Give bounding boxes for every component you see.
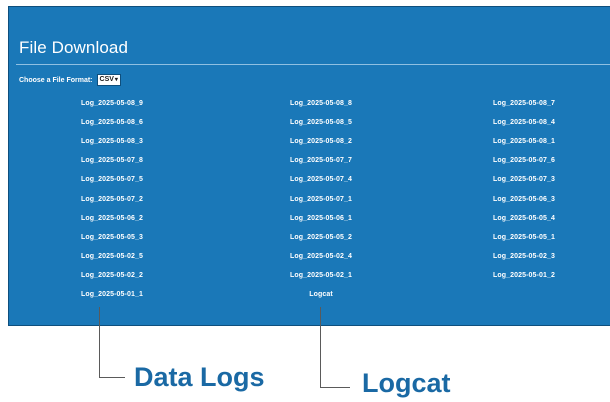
log-file-link[interactable]: Log_2025-05-07_4 (241, 175, 401, 184)
log-file-link[interactable]: Log_2025-05-02_4 (241, 252, 401, 261)
log-file-link[interactable]: Log_2025-05-08_4 (444, 118, 604, 127)
data-logs-leader-horizontal (99, 377, 125, 378)
logcat-callout: Logcat (362, 368, 451, 398)
log-file-list: Log_2025-05-08_9 Log_2025-05-08_8 Log_2025… (9, 7, 610, 327)
log-file-link[interactable]: Log_2025-05-02_1 (241, 271, 401, 280)
log-file-link[interactable]: Log_2025-05-02_2 (32, 271, 192, 280)
log-file-link[interactable]: Log_2025-05-05_1 (444, 233, 604, 242)
log-file-link[interactable]: Log_2025-05-06_1 (241, 214, 401, 223)
log-file-link[interactable]: Log_2025-05-01_2 (444, 271, 604, 280)
log-file-link[interactable]: Log_2025-05-05_2 (241, 233, 401, 242)
log-file-link[interactable]: Log_2025-05-01_1 (32, 290, 192, 299)
data-logs-callout: Data Logs (134, 362, 265, 392)
log-file-link[interactable]: Log_2025-05-08_1 (444, 137, 604, 146)
logcat-leader-horizontal (320, 387, 350, 388)
log-file-link[interactable]: Log_2025-05-02_5 (32, 252, 192, 261)
log-file-link[interactable]: Log_2025-05-06_3 (444, 195, 604, 204)
log-file-link[interactable]: Log_2025-05-08_9 (32, 99, 192, 108)
data-logs-leader-vertical (99, 307, 100, 377)
log-file-link[interactable]: Log_2025-05-05_4 (444, 214, 604, 223)
log-file-link[interactable]: Log_2025-05-08_7 (444, 99, 604, 108)
log-file-link[interactable]: Log_2025-05-08_6 (32, 118, 192, 127)
log-file-link[interactable]: Log_2025-05-02_3 (444, 252, 604, 261)
log-file-link[interactable]: Log_2025-05-07_7 (241, 156, 401, 165)
logcat-link[interactable]: Logcat (241, 290, 401, 299)
log-file-link[interactable]: Log_2025-05-06_2 (32, 214, 192, 223)
logcat-leader-vertical (320, 307, 321, 387)
log-file-link[interactable]: Log_2025-05-08_8 (241, 99, 401, 108)
file-download-panel: File Download Choose a File Format: CSV … (8, 6, 610, 326)
log-file-link[interactable]: Log_2025-05-07_2 (32, 195, 192, 204)
log-file-link[interactable]: Log_2025-05-07_5 (32, 175, 192, 184)
log-file-link[interactable]: Log_2025-05-08_2 (241, 137, 401, 146)
log-file-link[interactable]: Log_2025-05-07_1 (241, 195, 401, 204)
log-file-link[interactable]: Log_2025-05-07_3 (444, 175, 604, 184)
log-file-link[interactable]: Log_2025-05-07_6 (444, 156, 604, 165)
log-file-link[interactable]: Log_2025-05-05_3 (32, 233, 192, 242)
log-file-link[interactable]: Log_2025-05-07_8 (32, 156, 192, 165)
log-file-link[interactable]: Log_2025-05-08_3 (32, 137, 192, 146)
log-file-link[interactable]: Log_2025-05-08_5 (241, 118, 401, 127)
